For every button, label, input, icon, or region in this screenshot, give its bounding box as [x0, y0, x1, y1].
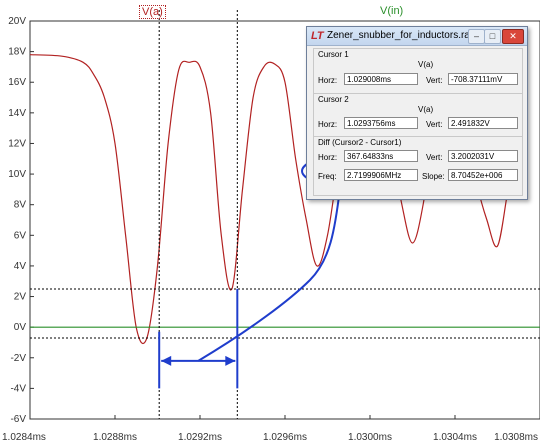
cursor2-group: Cursor 2 V(a) Horz: 1.0293756ms Vert: 2.… — [313, 93, 523, 137]
diff-group: Diff (Cursor2 - Cursor1) Horz: 367.64833… — [313, 136, 523, 196]
cursor2-trace: V(a) — [418, 105, 434, 114]
x-tick-label: 1.0304ms — [433, 432, 477, 443]
cursor1-vert-label: Vert: — [426, 76, 443, 85]
x-tick-label: 1.0296ms — [263, 432, 307, 443]
cursor-dialog[interactable]: LT Zener_snubber_for_inductors.raw – □ ✕… — [306, 26, 528, 200]
y-tick-label: 18V — [8, 47, 26, 58]
close-icon[interactable]: ✕ — [502, 29, 524, 44]
cursor2-vert-field[interactable]: 2.491832V — [448, 117, 518, 129]
freq-label: Freq: — [318, 172, 337, 181]
y-tick-label: -4V — [10, 383, 26, 394]
slope-label: Slope: — [422, 172, 445, 181]
diff-vert-label: Vert: — [426, 153, 443, 162]
dialog-title: Zener_snubber_for_inductors.raw — [327, 30, 478, 41]
y-tick-label: -2V — [10, 353, 26, 364]
y-tick-label: 20V — [8, 16, 26, 27]
y-tick-label: 8V — [14, 200, 27, 211]
y-tick-label: 12V — [8, 138, 26, 149]
minimize-icon[interactable]: – — [468, 29, 485, 44]
dialog-titlebar[interactable]: LT Zener_snubber_for_inductors.raw – □ ✕ — [307, 27, 527, 46]
trace-label-vin[interactable]: V(in) — [380, 5, 403, 17]
cursor2-horz-field[interactable]: 1.0293756ms — [344, 117, 418, 129]
slope-field[interactable]: 8.70452e+006 — [448, 169, 518, 181]
x-tick-label: 1.0284ms — [2, 432, 46, 443]
ltspice-logo-icon: LT — [311, 30, 324, 42]
x-tick-label: 1.0292ms — [178, 432, 222, 443]
cursor2-horz-label: Horz: — [318, 120, 338, 129]
maximize-icon[interactable]: □ — [484, 29, 501, 44]
cursor1-trace: V(a) — [418, 60, 434, 69]
y-tick-label: 10V — [8, 169, 26, 180]
cursor1-header: Cursor 1 — [318, 50, 349, 59]
cursor2-vert-label: Vert: — [426, 120, 443, 129]
y-tick-label: 6V — [14, 230, 27, 241]
freq-field[interactable]: 2.7199906MHz — [344, 169, 418, 181]
y-tick-label: 0V — [14, 322, 27, 333]
x-tick-label: 1.0288ms — [93, 432, 137, 443]
cursor1-horz-field[interactable]: 1.029008ms — [344, 73, 418, 85]
x-tick-label: 1.0308ms — [494, 432, 538, 443]
diff-header: Diff (Cursor2 - Cursor1) — [318, 138, 402, 147]
y-tick-label: 16V — [8, 77, 26, 88]
y-tick-label: 4V — [14, 261, 27, 272]
trace-label-va[interactable]: V(a) — [139, 5, 166, 19]
cursor1-horz-label: Horz: — [318, 76, 338, 85]
y-tick-label: 2V — [14, 292, 27, 303]
y-tick-label: -6V — [10, 414, 26, 425]
y-tick-label: 14V — [8, 108, 26, 119]
cursor2-header: Cursor 2 — [318, 95, 349, 104]
cursor1-group: Cursor 1 V(a) Horz: 1.029008ms Vert: -70… — [313, 48, 523, 94]
diff-horz-field[interactable]: 367.64833ns — [344, 150, 418, 162]
diff-vert-field[interactable]: 3.2002031V — [448, 150, 518, 162]
cursor1-vert-field[interactable]: -708.37111mV — [448, 73, 518, 85]
diff-horz-label: Horz: — [318, 153, 338, 162]
x-tick-label: 1.0300ms — [348, 432, 392, 443]
